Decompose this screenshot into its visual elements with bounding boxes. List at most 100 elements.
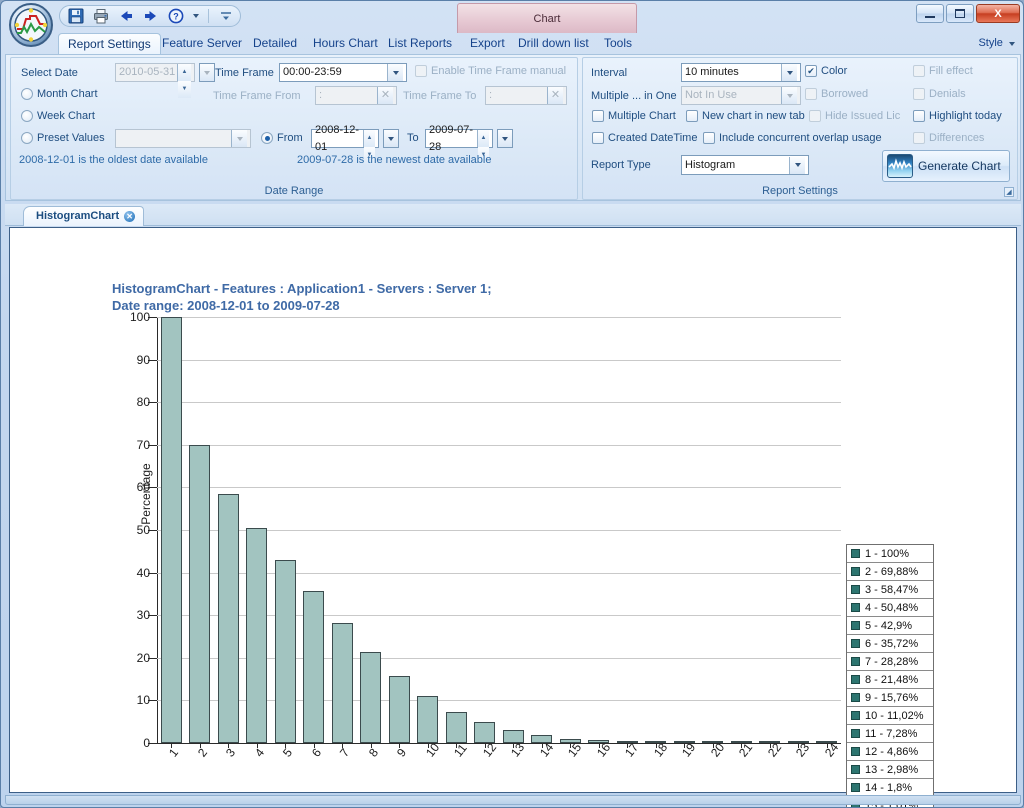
- legend-label: 7 - 28,28%: [865, 656, 918, 668]
- select-date-label: Select Date: [21, 67, 78, 79]
- legend-item: 10 - 11,02%: [847, 707, 933, 725]
- preset-values-dropdown-icon[interactable]: [231, 130, 247, 147]
- from-date-dropdown[interactable]: [383, 129, 399, 148]
- bar[interactable]: [389, 676, 410, 743]
- bar[interactable]: [360, 652, 381, 744]
- maximize-button[interactable]: [946, 4, 974, 23]
- bar[interactable]: [275, 560, 296, 743]
- tab-drill-down-list[interactable]: Drill down list: [509, 33, 598, 55]
- checkbox-borrowed[interactable]: Borrowed: [805, 88, 868, 100]
- close-icon[interactable]: ✕: [124, 211, 135, 222]
- radio-preset-values[interactable]: Preset Values: [21, 132, 105, 144]
- bar[interactable]: [189, 445, 210, 743]
- checkbox-fill-effect[interactable]: Fill effect: [913, 65, 973, 77]
- tab-tools[interactable]: Tools: [595, 33, 641, 55]
- time-frame-combo[interactable]: 00:00-23:59: [279, 63, 407, 82]
- select-date-spinner[interactable]: ▲▼: [177, 64, 191, 81]
- legend-label: 12 - 4,86%: [865, 746, 918, 758]
- from-date-spinner[interactable]: ▲▼: [363, 130, 375, 147]
- generate-chart-label: Generate Chart: [918, 159, 1001, 173]
- qat-chevron-down-icon[interactable]: [193, 14, 199, 18]
- checkbox-color-box: ✔: [805, 65, 817, 77]
- checkbox-hide-issued-lic[interactable]: Hide Issued Lic: [809, 110, 900, 122]
- multiple-in-one-dropdown-icon[interactable]: [781, 87, 797, 104]
- print-icon[interactable]: [93, 8, 109, 24]
- tab-export[interactable]: Export: [461, 33, 514, 55]
- forward-arrow-icon[interactable]: [143, 8, 159, 24]
- newest-date-note: 2009-07-28 is the newest date available: [297, 154, 491, 166]
- radio-preset-values-label: Preset Values: [37, 132, 105, 144]
- y-tick-label: 60: [137, 480, 157, 494]
- legend-item: 7 - 28,28%: [847, 653, 933, 671]
- checkbox-include-concurrent-overlap-usage[interactable]: Include concurrent overlap usage: [703, 132, 882, 144]
- checkbox-multiple-chart-label: Multiple Chart: [608, 110, 676, 122]
- checkbox-denials[interactable]: Denials: [913, 88, 966, 100]
- save-icon[interactable]: [68, 8, 84, 24]
- tab-detailed[interactable]: Detailed: [244, 33, 306, 55]
- document-tab-histogramchart[interactable]: HistogramChart ✕: [23, 206, 144, 226]
- tab-hours-chart[interactable]: Hours Chart: [304, 33, 387, 55]
- tab-feature-server[interactable]: Feature Server: [153, 33, 251, 55]
- tab-list-reports[interactable]: List Reports: [379, 33, 461, 55]
- bar[interactable]: [303, 591, 324, 743]
- bar[interactable]: [161, 317, 182, 743]
- legend-item: 1 - 100%: [847, 545, 933, 563]
- time-frame-to-clear-icon[interactable]: ✕: [547, 87, 563, 104]
- help-icon[interactable]: ?: [168, 8, 184, 24]
- radio-week-chart-label: Week Chart: [37, 110, 95, 122]
- report-type-combo[interactable]: Histogram: [681, 155, 809, 175]
- legend-item: 12 - 4,86%: [847, 743, 933, 761]
- bar[interactable]: [503, 730, 524, 743]
- time-frame-to-input[interactable]: : ✕: [485, 86, 567, 105]
- legend-swatch: [851, 585, 860, 594]
- radio-from-to[interactable]: From: [261, 132, 303, 144]
- tab-report-settings[interactable]: Report Settings: [58, 33, 161, 55]
- checkbox-new-chart-in-new-tab[interactable]: New chart in new tab: [686, 110, 805, 122]
- app-logo-orb[interactable]: [9, 3, 53, 47]
- report-settings-dialog-launcher[interactable]: ◢: [1004, 187, 1014, 197]
- close-button[interactable]: X: [976, 4, 1020, 23]
- time-frame-from-clear-icon[interactable]: ✕: [377, 87, 393, 104]
- select-date-dropdown[interactable]: [199, 63, 215, 82]
- generate-chart-button[interactable]: Generate Chart: [882, 150, 1010, 182]
- bar[interactable]: [446, 712, 467, 743]
- to-date-dropdown[interactable]: [497, 129, 513, 148]
- select-date-input[interactable]: 2010-05-31 ▲▼: [115, 63, 195, 82]
- radio-week-chart[interactable]: Week Chart: [21, 110, 95, 122]
- checkbox-color[interactable]: ✔ Color: [805, 65, 847, 77]
- multiple-in-one-value: Not In Use: [685, 87, 737, 104]
- minimize-button[interactable]: [916, 4, 944, 23]
- legend-item: 8 - 21,48%: [847, 671, 933, 689]
- to-date-input[interactable]: 2009-07-28 ▲▼: [425, 129, 493, 148]
- time-frame-dropdown-icon[interactable]: [387, 64, 403, 81]
- bar[interactable]: [474, 722, 495, 743]
- checkbox-differences[interactable]: Differences: [913, 132, 984, 144]
- checkbox-enable-time-frame-manual[interactable]: Enable Time Frame manual: [415, 65, 566, 77]
- from-date-input[interactable]: 2008-12-01 ▲▼: [311, 129, 379, 148]
- checkbox-hide-issued-lic-label: Hide Issued Lic: [825, 110, 900, 122]
- to-date-label: To: [407, 132, 419, 144]
- to-date-spinner[interactable]: ▲▼: [477, 130, 489, 147]
- y-tick-label: 70: [137, 438, 157, 452]
- bar[interactable]: [417, 696, 438, 743]
- interval-combo[interactable]: 10 minutes: [681, 63, 801, 82]
- preset-values-combo[interactable]: [115, 129, 251, 148]
- application-window: JTB FlexReport X: [0, 0, 1024, 808]
- checkbox-multiple-chart[interactable]: Multiple Chart: [592, 110, 676, 122]
- bar[interactable]: [246, 528, 267, 743]
- bar[interactable]: [332, 623, 353, 743]
- contextual-tab-chart[interactable]: Chart: [457, 3, 637, 33]
- bar[interactable]: [218, 494, 239, 743]
- customize-qat-icon[interactable]: [218, 8, 234, 24]
- back-arrow-icon[interactable]: [118, 8, 134, 24]
- time-frame-from-input[interactable]: : ✕: [315, 86, 397, 105]
- multiple-in-one-combo[interactable]: Not In Use: [681, 86, 801, 105]
- report-type-dropdown-icon[interactable]: [789, 157, 805, 174]
- style-menu-button[interactable]: Style: [978, 37, 1015, 49]
- checkbox-created-datetime[interactable]: Created DateTime: [592, 132, 697, 144]
- checkbox-color-label: Color: [821, 65, 847, 77]
- interval-dropdown-icon[interactable]: [781, 64, 797, 81]
- checkbox-highlight-today[interactable]: Highlight today: [913, 110, 1002, 122]
- bar[interactable]: [531, 735, 552, 743]
- radio-month-chart[interactable]: Month Chart: [21, 88, 98, 100]
